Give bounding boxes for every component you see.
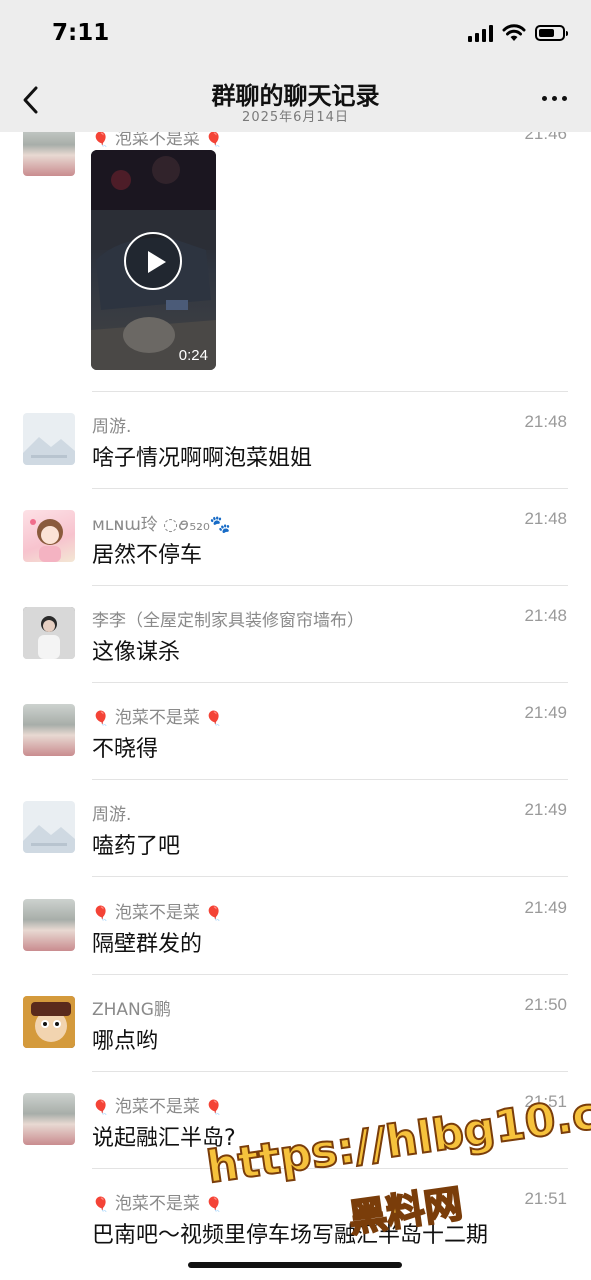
avatar[interactable] (23, 801, 75, 853)
sender-name: 🎈 泡菜不是菜 🎈 (92, 898, 223, 923)
balloon-icon: 🎈 (92, 1197, 110, 1213)
sender-label: 泡菜不是菜 (114, 129, 200, 149)
message-time: 21:48 (524, 606, 567, 625)
balloon-icon: 🎈 (205, 906, 223, 922)
sender-name: 🎈 泡菜不是菜 🎈 (92, 703, 223, 728)
navigation-bar: 7:11 群聊的聊天记录 2025年6月14日 (0, 0, 591, 132)
video-message[interactable]: 0:24 (91, 150, 216, 370)
balloon-icon: 🎈 (92, 1100, 110, 1116)
message-time: 21:48 (524, 412, 567, 431)
message-time: 21:49 (524, 800, 567, 819)
message-text[interactable]: 这像谋杀 (92, 634, 180, 666)
chat-history-screen: 🎈 泡菜不是菜 🎈 21:46 0:24 周游. 21:48 啥子情况啊啊泡菜姐… (0, 0, 591, 1280)
message-time: 21:48 (524, 509, 567, 528)
avatar[interactable] (23, 607, 75, 659)
sender-name: 李李（全屋定制家具装修窗帘墙布） (92, 611, 364, 631)
divider (92, 391, 568, 392)
message-text[interactable]: 啥子情况啊啊泡菜姐姐 (92, 440, 312, 472)
sender-name: ZHANG鹏 (92, 1000, 171, 1020)
divider (92, 682, 568, 683)
page-subtitle: 2025年6月14日 (242, 110, 349, 125)
status-time: 7:11 (52, 20, 110, 46)
balloon-icon: 🎈 (205, 711, 223, 727)
avatar-illustration (30, 519, 63, 562)
wifi-icon (502, 24, 526, 41)
message-time: 21:50 (524, 995, 567, 1014)
avatar[interactable] (23, 510, 75, 562)
message-time: 21:49 (524, 898, 567, 917)
avatar[interactable] (23, 996, 75, 1048)
divider (92, 876, 568, 877)
message-text[interactable]: 隔壁群发的 (92, 926, 202, 958)
status-icons (468, 24, 568, 42)
divider (92, 974, 568, 975)
avatar[interactable] (23, 899, 75, 951)
image-placeholder-icon (23, 437, 75, 465)
balloon-icon: 🎈 (92, 906, 110, 922)
sender-label: 泡菜不是菜 (114, 1097, 200, 1117)
message-text[interactable]: 嗑药了吧 (92, 828, 180, 860)
image-placeholder-icon (23, 825, 75, 853)
balloon-icon: 🎈 (92, 711, 110, 727)
balloon-icon: 🎈 (205, 1197, 223, 1213)
message-time: 21:51 (524, 1189, 567, 1208)
sender-label: 泡菜不是菜 (114, 708, 200, 728)
message-text[interactable]: 居然不停车 (92, 537, 202, 569)
message-time: 21:49 (524, 703, 567, 722)
message-list[interactable]: 🎈 泡菜不是菜 🎈 21:46 0:24 周游. 21:48 啥子情况啊啊泡菜姐… (0, 0, 591, 1280)
more-dots-icon[interactable] (542, 96, 567, 101)
sender-name: 🎈 泡菜不是菜 🎈 (92, 1092, 223, 1117)
sender-label: 泡菜不是菜 (114, 903, 200, 923)
battery-icon (535, 25, 568, 41)
avatar-illustration (23, 996, 75, 1048)
avatar-photo (23, 607, 75, 659)
play-icon[interactable] (124, 232, 182, 290)
avatar[interactable] (23, 413, 75, 465)
message-text[interactable]: 不晓得 (92, 731, 158, 763)
avatar[interactable] (23, 704, 75, 756)
sender-name: 周游. (92, 417, 132, 437)
avatar[interactable] (23, 1093, 75, 1145)
divider (92, 779, 568, 780)
video-duration: 0:24 (178, 347, 208, 364)
home-indicator[interactable] (188, 1262, 402, 1268)
sender-name: 周游. (92, 805, 132, 825)
sender-label: 泡菜不是菜 (114, 1194, 200, 1214)
balloon-icon: 🎈 (205, 132, 223, 148)
sender-name: 🎈 泡菜不是菜 🎈 (92, 1189, 223, 1214)
divider (92, 1071, 568, 1072)
divider (92, 488, 568, 489)
balloon-icon: 🎈 (205, 1100, 223, 1116)
balloon-icon: 🎈 (92, 132, 110, 148)
cellular-signal-icon (468, 24, 493, 42)
message-text[interactable]: 哪点哟 (92, 1023, 158, 1055)
divider (92, 585, 568, 586)
